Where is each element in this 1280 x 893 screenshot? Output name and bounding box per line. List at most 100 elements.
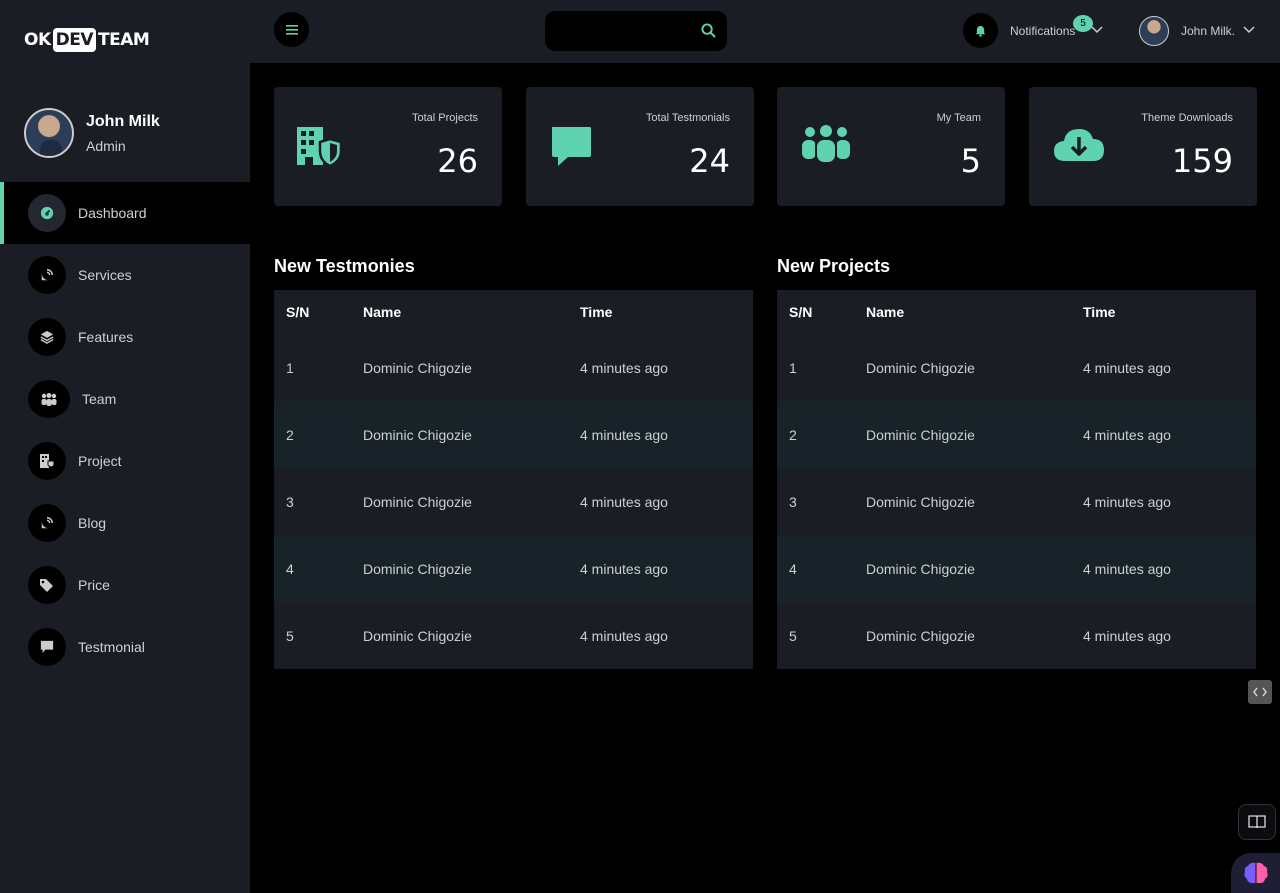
table-row[interactable]: 1 Dominic Chigozie 4 minutes ago <box>274 334 753 401</box>
table-row[interactable]: 3 Dominic Chigozie 4 minutes ago <box>777 468 1256 535</box>
sidebar: OK DEV TEAM John Milk Admin Dashboard Se… <box>0 0 250 893</box>
user-avatar[interactable] <box>1139 16 1169 46</box>
code-toggle-button[interactable] <box>1248 680 1272 704</box>
table-row[interactable]: 4 Dominic Chigozie 4 minutes ago <box>777 535 1256 602</box>
cell-name: Dominic Chigozie <box>363 560 472 577</box>
notifications-label[interactable]: Notifications <box>1010 24 1075 38</box>
table-row[interactable]: 2 Dominic Chigozie 4 minutes ago <box>777 401 1256 468</box>
cell-sn: 2 <box>789 426 797 443</box>
cell-time: 4 minutes ago <box>580 493 668 510</box>
assistant-button[interactable] <box>1231 853 1280 893</box>
cell-sn: 5 <box>286 627 294 644</box>
cell-sn: 1 <box>286 359 294 376</box>
logo[interactable]: OK DEV TEAM <box>24 25 150 55</box>
cell-time: 4 minutes ago <box>580 426 668 443</box>
profile-name: John Milk <box>86 112 160 130</box>
sidebar-item-label: Testmonial <box>78 639 145 655</box>
sidebar-item-team[interactable]: Team <box>0 368 250 430</box>
sidebar-item-label: Team <box>82 391 117 407</box>
cell-name: Dominic Chigozie <box>866 627 975 644</box>
sidebar-item-label: Services <box>78 267 132 283</box>
building-shield-icon <box>28 442 66 480</box>
reader-button[interactable] <box>1238 804 1276 840</box>
column-header: S/N <box>286 304 310 320</box>
table-header: S/N Name Time <box>777 290 1256 334</box>
notifications-button[interactable] <box>963 13 998 48</box>
cell-name: Dominic Chigozie <box>363 426 472 443</box>
stat-value: 24 <box>689 142 730 180</box>
section-title-projects: New Projects <box>777 256 891 276</box>
brain-icon <box>1244 862 1268 884</box>
column-header: S/N <box>789 304 813 320</box>
sidebar-profile: John Milk Admin <box>24 108 160 158</box>
table-row[interactable]: 5 Dominic Chigozie 4 minutes ago <box>777 602 1256 669</box>
dashboard-icon <box>28 194 66 232</box>
hamburger-icon <box>285 24 298 35</box>
sidebar-item-project[interactable]: Project <box>0 430 250 492</box>
cell-sn: 3 <box>789 493 797 510</box>
cell-sn: 1 <box>789 359 797 376</box>
tags-icon <box>28 566 66 604</box>
sidebar-item-label: Price <box>78 577 110 593</box>
cell-time: 4 minutes ago <box>580 560 668 577</box>
people-group-icon <box>28 380 70 418</box>
layers-icon <box>28 318 66 356</box>
sidebar-item-features[interactable]: Features <box>0 306 250 368</box>
stat-card-total-testimonials: Total Testmonials 24 <box>526 87 754 206</box>
search-icon[interactable] <box>701 23 716 38</box>
cell-time: 4 minutes ago <box>1083 627 1171 644</box>
table-row[interactable]: 2 Dominic Chigozie 4 minutes ago <box>274 401 753 468</box>
column-header: Time <box>1083 304 1116 320</box>
cell-time: 4 minutes ago <box>1083 359 1171 376</box>
building-shield-icon <box>297 127 342 167</box>
cell-name: Dominic Chigozie <box>363 359 472 376</box>
cell-name: Dominic Chigozie <box>866 426 975 443</box>
table-row[interactable]: 1 Dominic Chigozie 4 minutes ago <box>777 334 1256 401</box>
search-box <box>545 11 727 51</box>
sidebar-item-label: Blog <box>78 515 107 531</box>
stat-card-theme-downloads: Theme Downloads 159 <box>1029 87 1257 206</box>
table-row[interactable]: 3 Dominic Chigozie 4 minutes ago <box>274 468 753 535</box>
logo-box: DEV <box>52 28 97 52</box>
sidebar-item-price[interactable]: Price <box>0 554 250 616</box>
column-header: Time <box>580 304 613 320</box>
column-header: Name <box>363 304 402 320</box>
logo-right: TEAM <box>98 30 150 50</box>
topbar: Notifications 5 John Milk. <box>250 0 1280 63</box>
cell-name: Dominic Chigozie <box>866 359 975 376</box>
satellite-dish-icon <box>28 504 66 542</box>
sidebar-item-label: Project <box>78 453 122 469</box>
table-row[interactable]: 5 Dominic Chigozie 4 minutes ago <box>274 602 753 669</box>
stat-title: Theme Downloads <box>1141 112 1233 124</box>
avatar <box>24 108 74 158</box>
stat-value: 5 <box>960 142 981 180</box>
menu-toggle-button[interactable] <box>274 12 309 47</box>
stat-card-my-team: My Team 5 <box>777 87 1005 206</box>
sidebar-item-label: Features <box>78 329 134 345</box>
chevron-down-icon[interactable] <box>1091 26 1103 34</box>
sidebar-item-testmonial[interactable]: Testmonial <box>0 616 250 678</box>
code-icon <box>1253 687 1267 697</box>
book-open-icon <box>1248 815 1266 829</box>
profile-role: Admin <box>86 137 126 154</box>
cell-name: Dominic Chigozie <box>866 493 975 510</box>
sidebar-item-services[interactable]: Services <box>0 244 250 306</box>
comment-icon <box>28 628 66 666</box>
cell-name: Dominic Chigozie <box>363 493 472 510</box>
chevron-down-icon[interactable] <box>1243 26 1255 34</box>
notifications-count-badge: 5 <box>1073 15 1093 32</box>
table-row[interactable]: 4 Dominic Chigozie 4 minutes ago <box>274 535 753 602</box>
cell-time: 4 minutes ago <box>1083 426 1171 443</box>
search-input[interactable] <box>555 19 695 43</box>
stat-title: Total Projects <box>411 112 478 124</box>
sidebar-item-dashboard[interactable]: Dashboard <box>0 182 250 244</box>
user-menu-label[interactable]: John Milk. <box>1181 24 1235 38</box>
stat-value: 159 <box>1171 142 1233 180</box>
table-header: S/N Name Time <box>274 290 753 334</box>
sidebar-item-label: Dashboard <box>78 205 147 221</box>
cell-sn: 4 <box>286 560 294 577</box>
sidebar-item-blog[interactable]: Blog <box>0 492 250 554</box>
cell-name: Dominic Chigozie <box>363 627 472 644</box>
satellite-dish-icon <box>28 256 66 294</box>
bell-icon <box>975 25 986 37</box>
